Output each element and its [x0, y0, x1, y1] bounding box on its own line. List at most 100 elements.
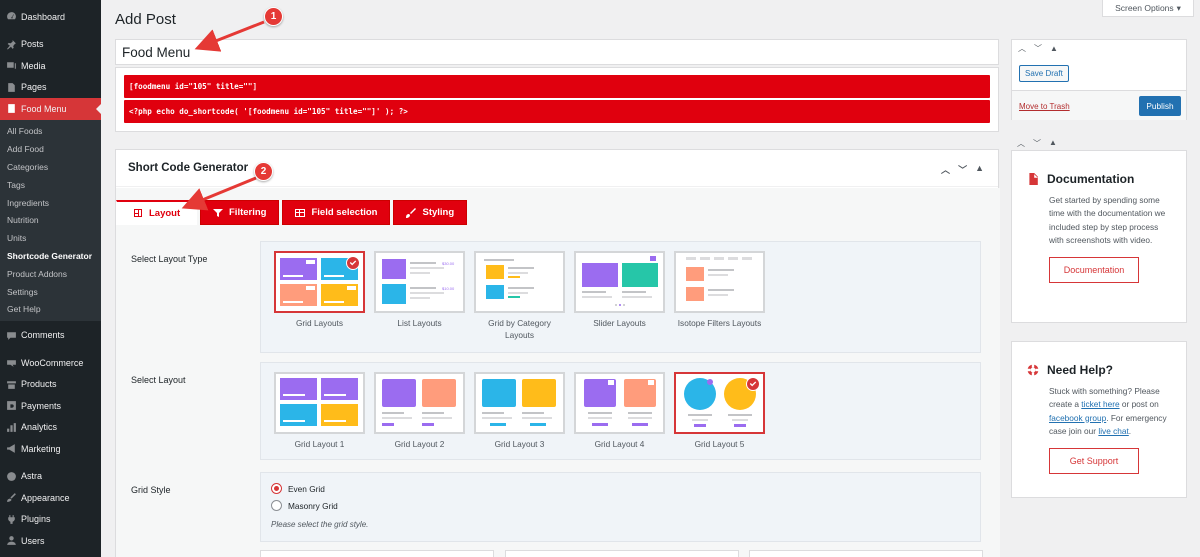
sidebar-item-plugins[interactable]: Plugins — [0, 508, 101, 530]
sidebar-item-posts[interactable]: Posts — [0, 34, 101, 56]
move-up-icon[interactable]: ︿ — [1017, 138, 1025, 149]
move-to-trash-link[interactable]: Move to Trash — [1019, 102, 1070, 111]
sidebar-item-payments[interactable]: Payments — [0, 395, 101, 417]
submenu-get-help[interactable]: Get Help — [0, 300, 101, 318]
screen-options-button[interactable]: Screen Options ▾ — [1102, 0, 1194, 17]
submenu-product-addons[interactable]: Product Addons — [0, 265, 101, 283]
sidebar-item-astra[interactable]: Astra — [0, 465, 101, 487]
sidebar-item-media[interactable]: Media — [0, 55, 101, 77]
need-help-card: Need Help? Stuck with something? Please … — [1011, 341, 1187, 498]
tab-styling[interactable]: Styling — [393, 200, 468, 225]
sidebar-item-products[interactable]: Products — [0, 373, 101, 395]
move-up-icon[interactable]: ︿ — [1018, 43, 1026, 54]
submenu-all-foods[interactable]: All Foods — [0, 123, 101, 141]
submenu-nutrition[interactable]: Nutrition — [0, 211, 101, 229]
dashboard-icon — [6, 11, 17, 22]
need-help-title: Need Help? — [1047, 363, 1114, 377]
move-down-icon[interactable]: ﹀ — [958, 163, 967, 176]
layout-label: Select Layout — [131, 375, 186, 385]
grid-style-masonry[interactable]: Masonry Grid — [271, 497, 980, 514]
sidebar-item-pages[interactable]: Pages — [0, 77, 101, 99]
documentation-text: Get started by spending some time with t… — [1049, 195, 1166, 245]
submenu-tags[interactable]: Tags — [0, 176, 101, 194]
toggle-panel-icon[interactable]: ▲ — [975, 163, 984, 176]
shortcode-generator-panel: Short Code Generator ︿ ﹀ ▲ Layout Filter… — [115, 149, 1000, 557]
submenu-shortcode-generator[interactable]: Shortcode Generator — [0, 247, 101, 265]
layout-grid-5[interactable]: Grid Layout 5 — [674, 372, 765, 451]
thumb-grid-by-category-layouts — [474, 251, 565, 313]
sidebar-item-users[interactable]: Users — [0, 530, 101, 552]
php-shortcode-text[interactable]: <?php echo do_shortcode( '[foodmenu id="… — [124, 100, 990, 123]
live-chat-link[interactable]: live chat — [1098, 426, 1128, 436]
layout-type-isotope[interactable]: Isotope Filters Layouts — [674, 251, 765, 341]
thumb-grid-layout-2 — [374, 372, 465, 434]
sidebar-item-marketing[interactable]: Marketing — [0, 438, 101, 460]
grid-style-hint: Please select the grid style. — [271, 520, 369, 529]
layout-grid-3[interactable]: Grid Layout 3 — [474, 372, 565, 451]
grid-style-label: Grid Style — [131, 485, 171, 495]
toggle-panel-icon[interactable]: ▲ — [1049, 138, 1057, 149]
generator-title: Short Code Generator — [128, 162, 249, 174]
tab-layout[interactable]: Layout — [116, 200, 197, 225]
marketing-icon — [6, 443, 17, 454]
layout-type-grid[interactable]: Grid Layouts — [274, 251, 365, 341]
documentation-card: Documentation Get started by spending so… — [1011, 150, 1187, 323]
save-draft-button[interactable]: Save Draft — [1019, 65, 1069, 82]
shortcode-box: [foodmenu id="105" title=""] <?php echo … — [115, 67, 999, 132]
documentation-button[interactable]: Documentation — [1049, 257, 1139, 284]
shortcode-text[interactable]: [foodmenu id="105" title=""] — [124, 75, 990, 98]
layout-type-options: Grid Layouts $30.00 $10.00 List Layouts — [260, 241, 981, 353]
thumb-isotope-filters-layouts — [674, 251, 765, 313]
post-title-input[interactable]: Food Menu — [115, 39, 999, 65]
layout-type-list[interactable]: $30.00 $10.00 List Layouts — [374, 251, 465, 341]
layout-grid-2[interactable]: Grid Layout 2 — [374, 372, 465, 451]
appearance-icon — [6, 492, 17, 503]
thumb-grid-layout-4 — [574, 372, 665, 434]
submenu-units[interactable]: Units — [0, 229, 101, 247]
ticket-link[interactable]: ticket here — [1081, 399, 1119, 409]
woocommerce-icon — [6, 357, 17, 368]
sidebar-item-woocommerce[interactable]: WooCommerce — [0, 352, 101, 374]
get-support-button[interactable]: Get Support — [1049, 448, 1139, 475]
sidebar-item-dashboard[interactable]: Dashboard — [0, 6, 101, 28]
publish-button[interactable]: Publish — [1139, 96, 1181, 116]
bottom-option-box — [260, 550, 494, 557]
annotation-badge-2: 2 — [254, 162, 273, 181]
grid-style-options: Even Grid Masonry Grid Please select the… — [260, 472, 981, 542]
products-icon — [6, 379, 17, 390]
layout-type-grid-by-category[interactable]: Grid by Category Layouts — [474, 251, 565, 341]
sidebar-item-food-menu[interactable]: Food Menu — [0, 98, 101, 120]
layout-grid-4[interactable]: Grid Layout 4 — [574, 372, 665, 451]
toggle-panel-icon[interactable]: ▲ — [1050, 44, 1058, 53]
food-menu-submenu: All Foods Add Food Categories Tags Ingre… — [0, 119, 101, 322]
layout-grid-1[interactable]: Grid Layout 1 — [274, 372, 365, 451]
layout-type-slider[interactable]: Slider Layouts — [574, 251, 665, 341]
annotation-badge-1: 1 — [264, 7, 283, 26]
submenu-settings[interactable]: Settings — [0, 283, 101, 301]
tab-field-selection[interactable]: Field selection — [282, 200, 391, 225]
tab-filtering[interactable]: Filtering — [200, 200, 280, 225]
layout-options: Grid Layout 1 Grid Layout 2 Grid Layout … — [260, 362, 981, 460]
generator-tabs: Layout Filtering Field selection Styling — [116, 200, 468, 225]
move-down-icon[interactable]: ﹀ — [1033, 138, 1041, 149]
submenu-ingredients[interactable]: Ingredients — [0, 194, 101, 212]
thumb-grid-layout-3 — [474, 372, 565, 434]
sidebar-item-analytics[interactable]: Analytics — [0, 416, 101, 438]
documentation-title: Documentation — [1047, 172, 1135, 186]
pages-icon — [6, 82, 17, 93]
move-up-icon[interactable]: ︿ — [941, 163, 950, 176]
submenu-add-food[interactable]: Add Food — [0, 140, 101, 158]
facebook-group-link[interactable]: facebook group — [1049, 413, 1106, 423]
submenu-categories[interactable]: Categories — [0, 158, 101, 176]
radio-even-grid[interactable] — [271, 483, 282, 494]
document-icon — [1029, 173, 1038, 185]
sidebar-item-comments[interactable]: Comments — [0, 324, 101, 346]
filter-icon — [213, 208, 223, 217]
radio-masonry-grid[interactable] — [271, 500, 282, 511]
selected-check-icon — [746, 377, 760, 391]
brush-icon — [406, 207, 417, 218]
move-down-icon[interactable]: ﹀ — [1034, 43, 1042, 54]
grid-style-even[interactable]: Even Grid — [271, 480, 980, 497]
table-icon — [295, 208, 306, 217]
sidebar-item-appearance[interactable]: Appearance — [0, 487, 101, 509]
